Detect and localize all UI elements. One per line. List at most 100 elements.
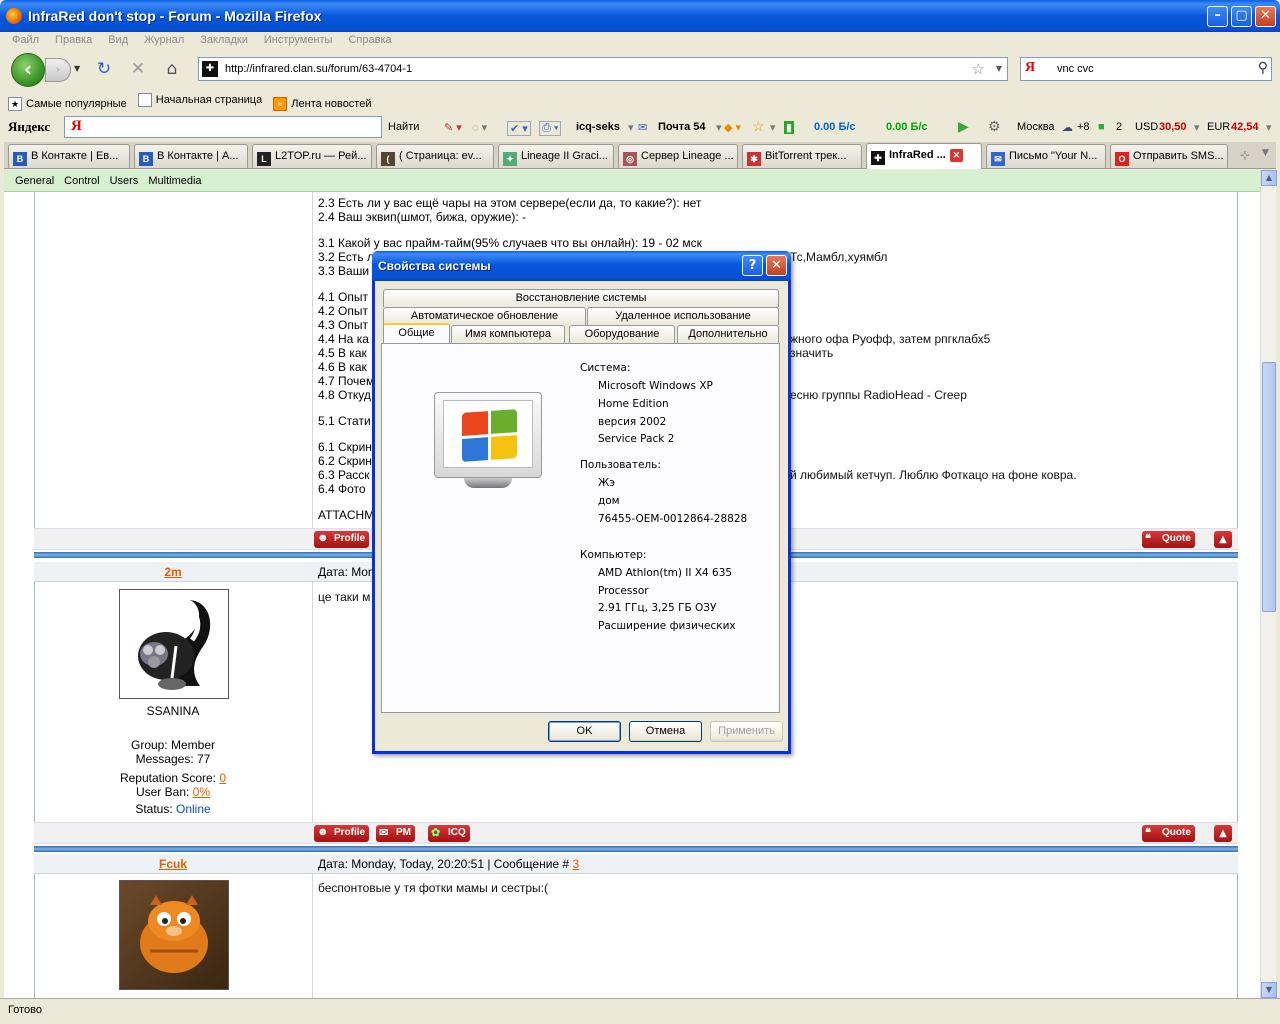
favorites-star-icon[interactable]: ☆ bbox=[752, 118, 765, 135]
money-icon[interactable]: ◆ ▾ bbox=[724, 121, 741, 134]
scroll-top-icon[interactable]: ▲ bbox=[1214, 531, 1232, 548]
quote-button[interactable]: ❝ Quote bbox=[1142, 825, 1195, 842]
tab-vkontakte-2[interactable]: BВ Контакте | А... bbox=[134, 144, 248, 168]
close-tab-icon[interactable]: ✕ bbox=[949, 149, 963, 162]
dropdown-icon[interactable]: ▾ bbox=[716, 121, 722, 134]
icq-widget[interactable]: icq-seks bbox=[576, 121, 620, 133]
dropdown-icon[interactable]: ▾ bbox=[1266, 121, 1272, 134]
vertical-scrollbar[interactable]: ▲ ▼ bbox=[1260, 170, 1277, 998]
apply-button[interactable]: Применить bbox=[710, 721, 783, 742]
monitor-stand bbox=[464, 478, 512, 488]
bookmark-news-feed[interactable]: ≈ Лента новостей bbox=[273, 93, 372, 115]
nav-general[interactable]: General bbox=[4, 170, 59, 192]
url-dropdown-icon[interactable]: ▼ bbox=[996, 64, 1002, 73]
quote-button[interactable]: ❝ Quote bbox=[1142, 531, 1195, 548]
post-3-number-link[interactable]: 3 bbox=[572, 857, 579, 871]
tab-bittorrent[interactable]: ✱ BitTorrent трек... bbox=[742, 144, 862, 168]
tab-general[interactable]: Общие bbox=[383, 323, 450, 343]
dialog-close-button[interactable]: ✕ bbox=[766, 255, 787, 276]
post-2-group: Group: Member bbox=[130, 738, 216, 752]
tab-lineage-server[interactable]: ◎ Сервер Lineage ... bbox=[618, 144, 738, 168]
back-button[interactable]: ‹ bbox=[11, 53, 45, 87]
minimize-button[interactable]: – bbox=[1207, 6, 1228, 27]
dropdown-icon[interactable]: ▾ bbox=[628, 121, 634, 134]
all-tabs-dropdown-icon[interactable]: ▼ bbox=[1262, 148, 1269, 158]
icq-button[interactable]: ✿ ICQ bbox=[428, 825, 470, 842]
marker-icon[interactable]: ✎ ▾ bbox=[444, 121, 462, 134]
reputation-link[interactable]: 0 bbox=[219, 771, 226, 785]
os-version: версия 2002 bbox=[598, 416, 667, 428]
icq-flower-icon: ✿ bbox=[431, 827, 441, 839]
dropdown-icon[interactable]: ▾ bbox=[1194, 121, 1200, 134]
play-icon[interactable]: ▶ bbox=[958, 118, 969, 135]
reload-icon[interactable]: ↻ bbox=[94, 59, 114, 79]
scroll-down-icon[interactable]: ▼ bbox=[1261, 982, 1277, 998]
help-button[interactable]: ? bbox=[742, 255, 763, 276]
tab-infrared[interactable]: ✚ InfraRed ... ✕ bbox=[866, 143, 982, 169]
yandex-logo[interactable]: Яндекс bbox=[8, 119, 50, 135]
post-2-username[interactable]: 2m bbox=[34, 565, 312, 579]
tab-mail-letter[interactable]: ✉ Письмо "Your N... bbox=[986, 144, 1106, 168]
tab-list-icon[interactable]: ⊹ bbox=[1240, 148, 1250, 162]
mail-icon: ✉ bbox=[638, 122, 648, 134]
stop-icon[interactable]: ✕ bbox=[128, 59, 148, 79]
nav-multimedia[interactable]: Multimedia bbox=[143, 170, 206, 192]
bookmark-start-page[interactable]: Начальная страница bbox=[137, 89, 262, 111]
dialog-titlebar: Свойства системы ? ✕ bbox=[372, 251, 791, 281]
post-3-text: беспонтовые у тя фотки мамы и сестры:( bbox=[318, 881, 548, 895]
menu-file[interactable]: Файл bbox=[4, 32, 47, 48]
yandex-find-button[interactable]: Найти bbox=[388, 121, 419, 133]
tab-page-ev[interactable]: (( Страница: ev... bbox=[376, 144, 494, 168]
ban-link[interactable]: 0% bbox=[193, 785, 210, 799]
search-engine-icon[interactable]: Я bbox=[1025, 60, 1035, 76]
quote-icon: ❝ bbox=[1145, 533, 1151, 545]
settings-gear-icon[interactable]: ⚙ bbox=[988, 118, 1001, 135]
forward-button[interactable]: › bbox=[45, 58, 71, 82]
address-bar[interactable]: ✚ http://infrared.clan.su/forum/63-4704-… bbox=[198, 57, 1008, 81]
nav-control[interactable]: Control bbox=[59, 170, 104, 192]
comment-icon[interactable]: ◌ ▾ bbox=[472, 121, 487, 134]
translate-icon[interactable]: ⎙ ▾ bbox=[539, 121, 562, 136]
tab-computer-name[interactable]: Имя компьютера bbox=[451, 325, 565, 343]
search-input[interactable]: vnc cvc bbox=[1057, 63, 1094, 75]
nav-users[interactable]: Users bbox=[105, 170, 144, 192]
tab-remote[interactable]: Удаленное использование bbox=[587, 307, 779, 325]
menu-view[interactable]: Вид bbox=[100, 32, 136, 48]
menu-bookmarks[interactable]: Закладки bbox=[192, 32, 256, 48]
scrollbar-thumb[interactable] bbox=[1262, 362, 1276, 612]
maximize-button[interactable]: ▢ bbox=[1231, 6, 1252, 27]
post-3-username[interactable]: Fcuk bbox=[34, 857, 312, 871]
close-button[interactable]: ✕ bbox=[1255, 6, 1276, 27]
bookmark-star-icon[interactable]: ☆ bbox=[972, 60, 985, 78]
search-box[interactable]: Я vnc cvc ⚲ bbox=[1020, 57, 1272, 81]
menu-edit[interactable]: Правка bbox=[47, 32, 100, 48]
logo-green bbox=[491, 409, 517, 434]
scroll-up-icon[interactable]: ▲ bbox=[1261, 170, 1277, 186]
tab-l2top[interactable]: L L2TOP.ru — Рей... bbox=[252, 144, 372, 168]
tab-advanced[interactable]: Дополнительно bbox=[677, 325, 779, 343]
menu-help[interactable]: Справка bbox=[340, 32, 399, 48]
tab-hardware[interactable]: Оборудование bbox=[569, 325, 675, 343]
bookmark-most-popular[interactable]: ★ Самые популярные bbox=[8, 93, 127, 115]
pm-button[interactable]: ✉ PM bbox=[376, 825, 415, 842]
cancel-button[interactable]: Отмена bbox=[629, 721, 702, 742]
tab-vkontakte-1[interactable]: BВ Контакте | Ев... bbox=[8, 144, 130, 168]
dropdown-icon[interactable]: ▾ bbox=[770, 121, 776, 134]
post-1-fragment: й любимый кетчуп. Люблю Фоткацо на фоне … bbox=[790, 468, 1077, 482]
tab-lineage-gracia[interactable]: ✦ Lineage II Graci... bbox=[498, 144, 614, 168]
yandex-search-input[interactable]: Я bbox=[64, 116, 382, 138]
weather-city[interactable]: Москва bbox=[1017, 121, 1055, 133]
home-icon[interactable]: ⌂ bbox=[162, 59, 182, 79]
search-icon[interactable]: ⚲ bbox=[1258, 60, 1268, 76]
mail-widget[interactable]: Почта 54 bbox=[658, 121, 706, 133]
tab-system-restore[interactable]: Восстановление системы bbox=[383, 289, 779, 307]
spellcheck-icon[interactable]: ✔ ▾ bbox=[507, 121, 531, 136]
tab-send-sms[interactable]: O Отправить SMS... bbox=[1110, 144, 1228, 168]
ok-button[interactable]: OK bbox=[548, 721, 621, 742]
menu-history[interactable]: Журнал bbox=[136, 32, 192, 48]
profile-button[interactable]: ☻ Profile bbox=[314, 825, 370, 842]
profile-button[interactable]: ☻ Profile bbox=[314, 531, 370, 548]
scroll-top-icon[interactable]: ▲ bbox=[1214, 825, 1232, 842]
menu-tools[interactable]: Инструменты bbox=[256, 32, 341, 48]
history-dropdown-icon[interactable]: ▼ bbox=[74, 64, 80, 73]
